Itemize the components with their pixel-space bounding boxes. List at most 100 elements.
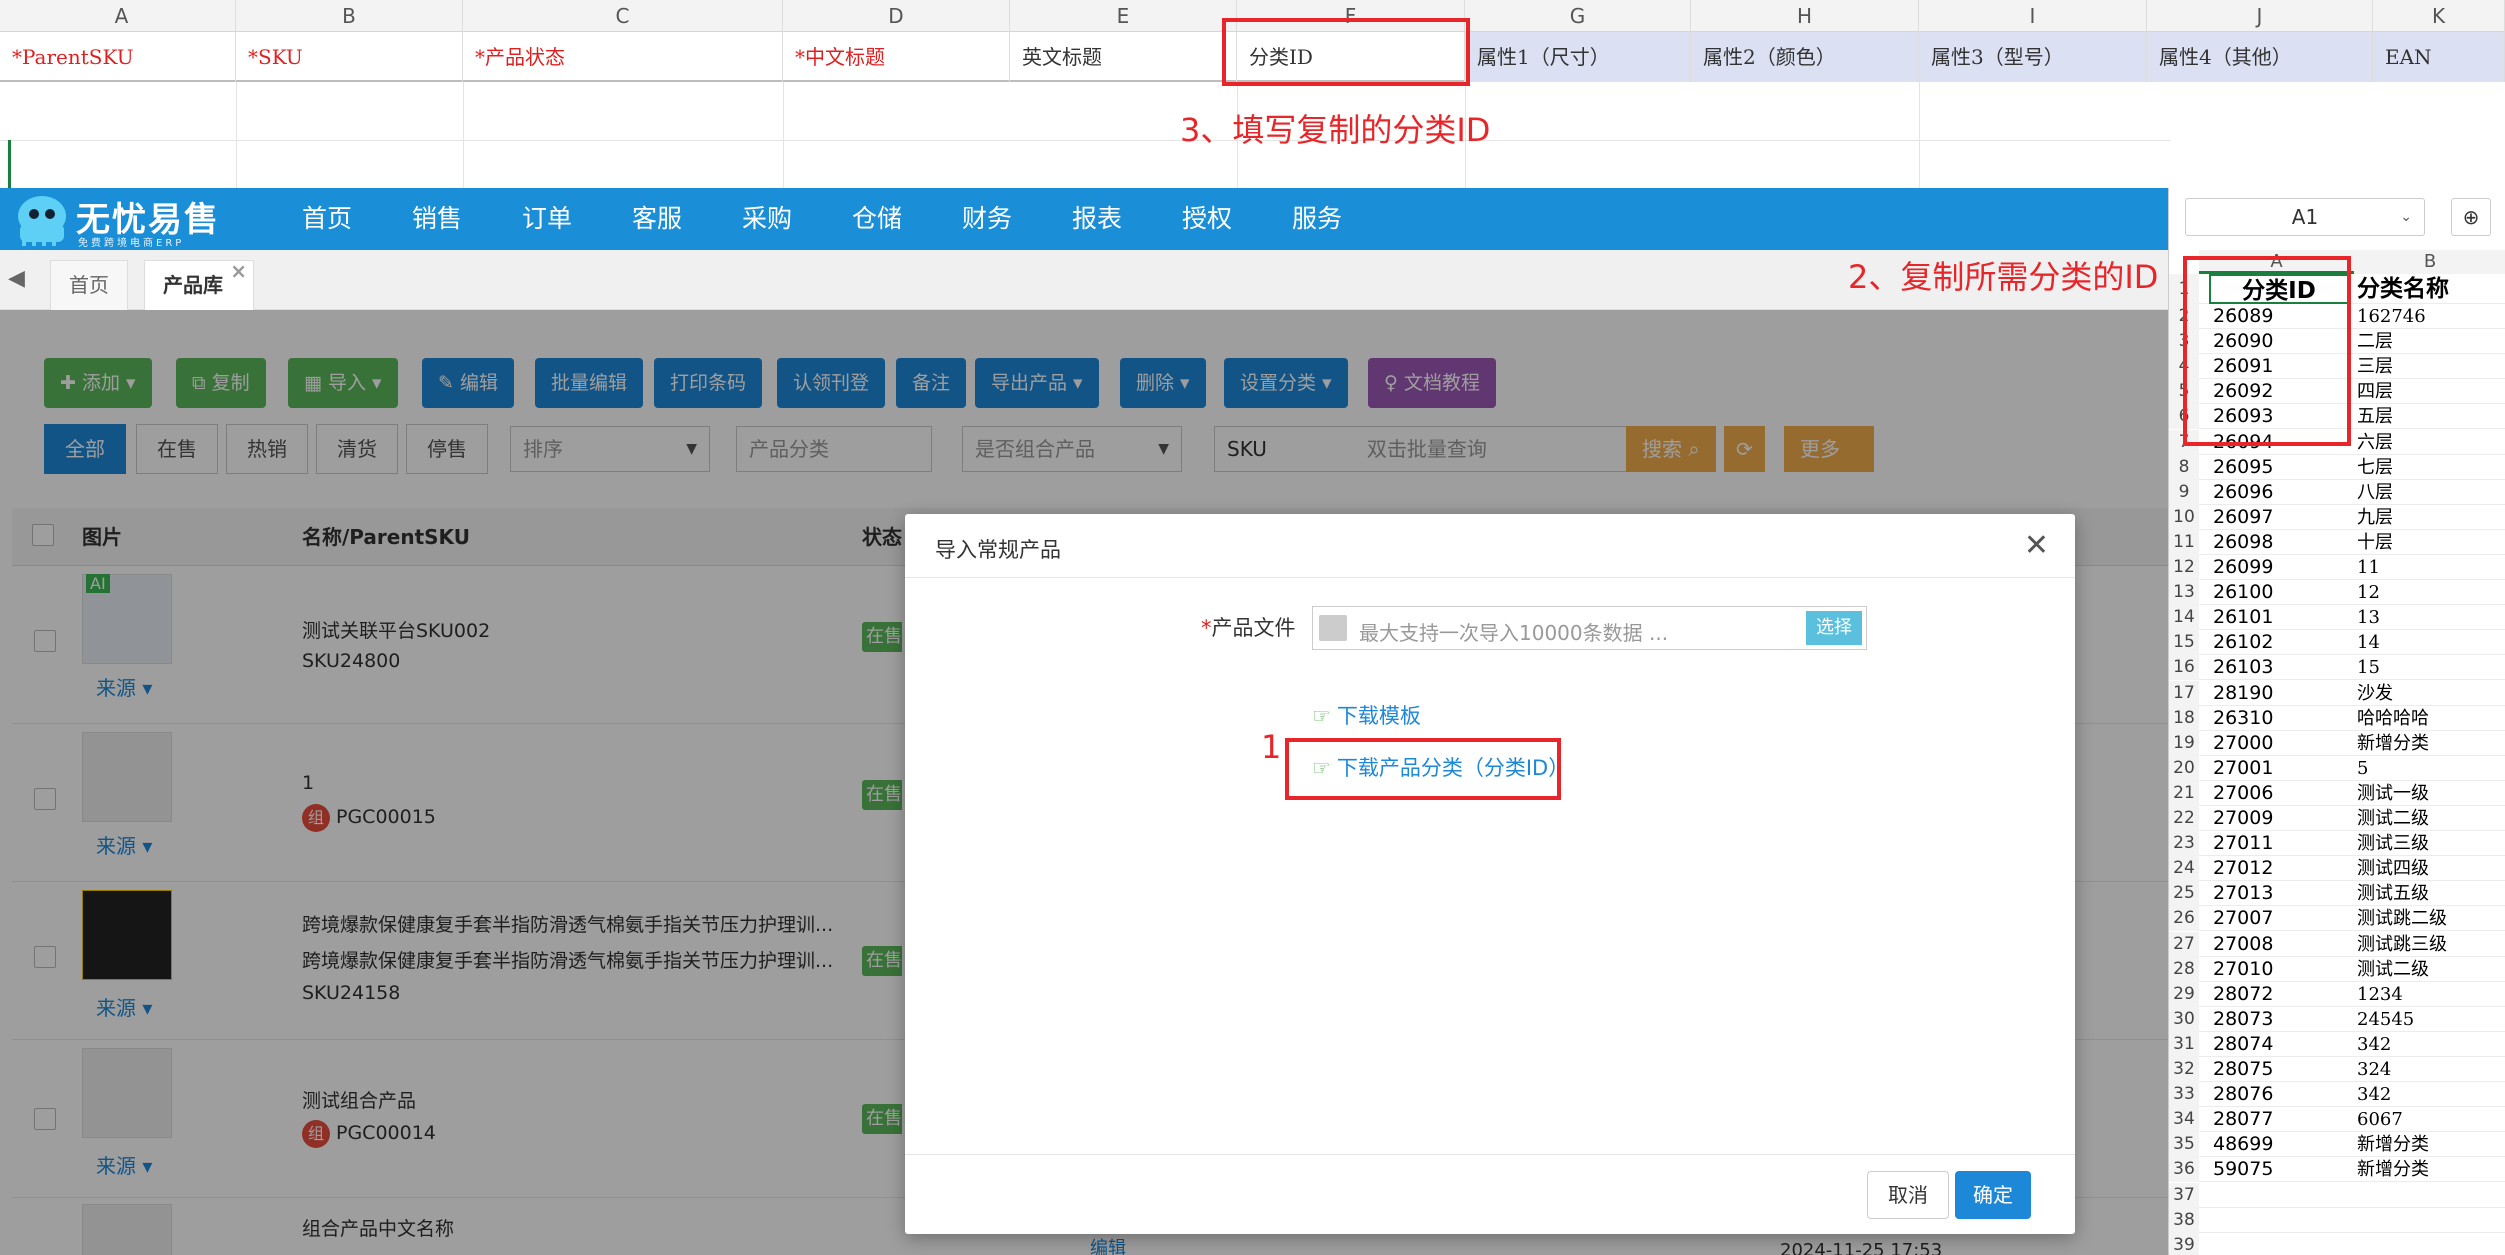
category-row[interactable]: 25 27013 测试五级 — [2169, 881, 2505, 907]
category-id-cell[interactable]: 26095 — [2213, 455, 2273, 480]
category-id-cell[interactable]: 27008 — [2213, 932, 2273, 957]
category-id-cell[interactable]: 26102 — [2213, 630, 2273, 655]
category-row[interactable]: 27 27008 测试跳三级 — [2169, 931, 2505, 957]
category-id-cell[interactable]: 26098 — [2213, 530, 2273, 555]
category-id-cell[interactable]: 26097 — [2213, 505, 2273, 530]
tab-scroll-left-icon[interactable]: ◀ — [8, 266, 25, 291]
field-cell-attr3[interactable]: 属性3（型号） — [1919, 32, 2147, 82]
category-name-cell[interactable]: 324 — [2357, 1057, 2391, 1082]
nav-item-service[interactable]: 客服 — [632, 188, 682, 250]
nav-item-warehouse[interactable]: 仓储 — [852, 188, 902, 250]
nav-item-services[interactable]: 服务 — [1292, 188, 1342, 250]
category-name-cell[interactable]: 四层 — [2357, 379, 2393, 404]
category-row[interactable]: 24 27012 测试四级 — [2169, 856, 2505, 882]
category-name-cell[interactable]: 24545 — [2357, 1007, 2414, 1032]
category-id-cell[interactable]: 26101 — [2213, 605, 2273, 630]
category-row[interactable]: 36 59075 新增分类 — [2169, 1157, 2505, 1183]
category-id-cell[interactable]: 27011 — [2213, 831, 2273, 856]
category-id-cell[interactable]: 28072 — [2213, 982, 2273, 1007]
category-row[interactable]: 34 28077 6067 — [2169, 1107, 2505, 1133]
category-row[interactable]: 19 27000 新增分类 — [2169, 730, 2505, 756]
close-icon[interactable]: × — [230, 247, 247, 295]
field-cell-sku[interactable]: *SKU — [236, 32, 463, 82]
column-letter[interactable]: D — [783, 0, 1010, 32]
cell-reference-box[interactable]: A1 ⌄ — [2185, 198, 2425, 236]
category-id-cell[interactable]: 27012 — [2213, 856, 2273, 881]
tab-product-library[interactable]: 产品库 × — [144, 259, 254, 310]
category-row[interactable]: 31 28074 342 — [2169, 1031, 2505, 1057]
category-name-cell[interactable]: 二层 — [2357, 329, 2393, 354]
nav-item-purchase[interactable]: 采购 — [742, 188, 792, 250]
category-name-cell[interactable]: 新增分类 — [2357, 1132, 2429, 1157]
category-row[interactable]: 10 26097 九层 — [2169, 504, 2505, 530]
zoom-icon[interactable]: ⊕ — [2451, 198, 2491, 236]
category-name-cell[interactable]: 沙发 — [2357, 681, 2393, 706]
category-row[interactable]: 17 28190 沙发 — [2169, 680, 2505, 706]
category-row[interactable]: 30 28073 24545 — [2169, 1006, 2505, 1032]
field-cell-parentsku[interactable]: *ParentSKU — [0, 32, 236, 82]
tab-home[interactable]: 首页 — [50, 260, 128, 310]
category-row[interactable]: 35 48699 新增分类 — [2169, 1132, 2505, 1158]
category-name-cell[interactable]: 测试四级 — [2357, 856, 2429, 881]
column-letter[interactable]: J — [2147, 0, 2373, 32]
category-name-cell[interactable]: 测试跳三级 — [2357, 932, 2447, 957]
column-letter[interactable]: C — [463, 0, 783, 32]
category-name-cell[interactable]: 三层 — [2357, 354, 2393, 379]
field-cell-attr2[interactable]: 属性2（颜色） — [1691, 32, 1919, 82]
nav-item-home[interactable]: 首页 — [302, 188, 352, 250]
category-id-cell[interactable]: 26103 — [2213, 655, 2273, 680]
category-name-cell[interactable]: 6067 — [2357, 1107, 2403, 1132]
category-name-cell[interactable]: 162746 — [2357, 304, 2426, 329]
category-id-cell[interactable]: 27006 — [2213, 781, 2273, 806]
category-name-cell[interactable]: 测试二级 — [2357, 806, 2429, 831]
category-id-cell[interactable]: 48699 — [2213, 1132, 2273, 1157]
nav-item-finance[interactable]: 财务 — [962, 188, 1012, 250]
category-row[interactable]: 23 27011 测试三级 — [2169, 831, 2505, 857]
category-name-cell[interactable]: 五层 — [2357, 404, 2393, 429]
field-cell-status[interactable]: *产品状态 — [463, 32, 783, 82]
category-name-cell[interactable]: 测试二级 — [2357, 957, 2429, 982]
column-letter[interactable]: B — [236, 0, 463, 32]
category-name-cell[interactable]: 11 — [2357, 555, 2380, 580]
category-row[interactable]: 33 28076 342 — [2169, 1082, 2505, 1108]
category-id-cell[interactable]: 28074 — [2213, 1032, 2273, 1057]
category-row[interactable]: 38 — [2169, 1207, 2505, 1233]
category-id-cell[interactable]: 27009 — [2213, 806, 2273, 831]
header-category-name[interactable]: 分类名称 — [2357, 274, 2449, 304]
choose-file-button[interactable]: 选择 — [1806, 611, 1862, 645]
category-row[interactable]: 12 26099 11 — [2169, 555, 2505, 580]
column-letter[interactable]: E — [1010, 0, 1237, 32]
category-id-cell[interactable]: 27007 — [2213, 906, 2273, 931]
cancel-button[interactable]: 取消 — [1867, 1171, 1949, 1219]
category-id-cell[interactable]: 26100 — [2213, 580, 2273, 605]
category-id-cell[interactable]: 28190 — [2213, 681, 2273, 706]
category-id-cell[interactable]: 26096 — [2213, 480, 2273, 505]
category-row[interactable]: 14 26101 13 — [2169, 605, 2505, 631]
category-name-cell[interactable]: 测试五级 — [2357, 881, 2429, 906]
category-name-cell[interactable]: 15 — [2357, 655, 2380, 680]
category-id-cell[interactable]: 28076 — [2213, 1082, 2273, 1107]
product-file-input[interactable]: 最大支持一次导入10000条数据 ... 选择 — [1312, 606, 1867, 650]
category-name-cell[interactable]: 12 — [2357, 580, 2380, 605]
category-row[interactable]: 16 26103 15 — [2169, 655, 2505, 681]
category-row[interactable]: 13 26100 12 — [2169, 580, 2505, 606]
nav-item-orders[interactable]: 订单 — [522, 188, 572, 250]
confirm-button[interactable]: 确定 — [1955, 1171, 2031, 1219]
column-letter[interactable]: G — [1465, 0, 1691, 32]
category-id-cell[interactable]: 27013 — [2213, 881, 2273, 906]
category-name-cell[interactable]: 八层 — [2357, 480, 2393, 505]
category-row[interactable]: 11 26098 十层 — [2169, 529, 2505, 555]
category-name-cell[interactable]: 14 — [2357, 630, 2380, 655]
category-name-cell[interactable]: 七层 — [2357, 455, 2393, 480]
category-id-cell[interactable]: 26099 — [2213, 555, 2273, 580]
category-name-cell[interactable]: 哈哈哈哈 — [2357, 706, 2429, 731]
category-row[interactable]: 15 26102 14 — [2169, 630, 2505, 656]
nav-item-reports[interactable]: 报表 — [1072, 188, 1122, 250]
field-cell-attr4[interactable]: 属性4（其他） — [2147, 32, 2373, 82]
column-letter[interactable]: H — [1691, 0, 1919, 32]
category-name-cell[interactable]: 342 — [2357, 1082, 2391, 1107]
category-row[interactable]: 32 28075 324 — [2169, 1057, 2505, 1082]
category-name-cell[interactable]: 5 — [2357, 756, 2368, 781]
field-cell-attr1[interactable]: 属性1（尺寸） — [1465, 32, 1691, 82]
category-id-cell[interactable]: 27000 — [2213, 731, 2273, 756]
